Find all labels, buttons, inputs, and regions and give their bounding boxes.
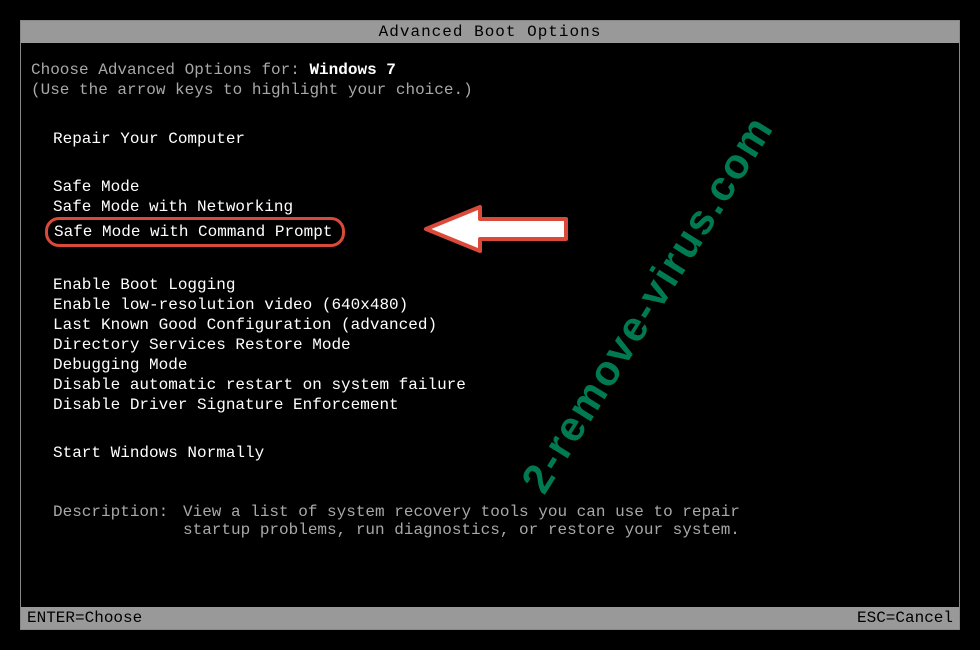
menu-group-safemode: Safe Mode Safe Mode with Networking Safe… [31, 177, 949, 247]
content-area: Choose Advanced Options for: Windows 7 (… [21, 43, 959, 539]
menu-disable-auto-restart[interactable]: Disable automatic restart on system fail… [53, 375, 466, 395]
menu-safe-mode-command-prompt[interactable]: Safe Mode with Command Prompt [45, 217, 345, 247]
prompt-line: Choose Advanced Options for: Windows 7 [31, 61, 949, 79]
pointer-arrow-icon [418, 201, 578, 257]
menu-repair-computer[interactable]: Repair Your Computer [53, 129, 245, 149]
menu-group-repair: Repair Your Computer [31, 129, 949, 149]
menu-group-normal: Start Windows Normally [31, 443, 949, 463]
footer-bar: ENTER=Choose ESC=Cancel [21, 607, 959, 629]
prompt-prefix: Choose Advanced Options for: [31, 61, 309, 79]
menu-group-advanced: Enable Boot Logging Enable low-resolutio… [31, 275, 949, 415]
menu-disable-driver-sig[interactable]: Disable Driver Signature Enforcement [53, 395, 399, 415]
menu-safe-mode-networking[interactable]: Safe Mode with Networking [53, 197, 293, 217]
window-title: Advanced Boot Options [379, 23, 602, 41]
footer-enter-hint: ENTER=Choose [27, 609, 142, 627]
title-bar: Advanced Boot Options [21, 21, 959, 43]
menu-last-known-good[interactable]: Last Known Good Configuration (advanced) [53, 315, 437, 335]
boot-options-window: Advanced Boot Options Choose Advanced Op… [20, 20, 960, 630]
description-text: View a list of system recovery tools you… [183, 503, 743, 539]
hint-line: (Use the arrow keys to highlight your ch… [31, 81, 949, 99]
menu-debugging-mode[interactable]: Debugging Mode [53, 355, 187, 375]
menu-directory-services-restore[interactable]: Directory Services Restore Mode [53, 335, 351, 355]
footer-esc-hint: ESC=Cancel [857, 609, 953, 627]
os-name: Windows 7 [309, 61, 395, 79]
menu-start-normally[interactable]: Start Windows Normally [53, 443, 264, 463]
menu-low-res-video[interactable]: Enable low-resolution video (640x480) [53, 295, 408, 315]
menu-enable-boot-logging[interactable]: Enable Boot Logging [53, 275, 235, 295]
menu-safe-mode[interactable]: Safe Mode [53, 177, 139, 197]
description-block: Description: View a list of system recov… [31, 503, 949, 539]
description-label: Description: [53, 503, 183, 539]
